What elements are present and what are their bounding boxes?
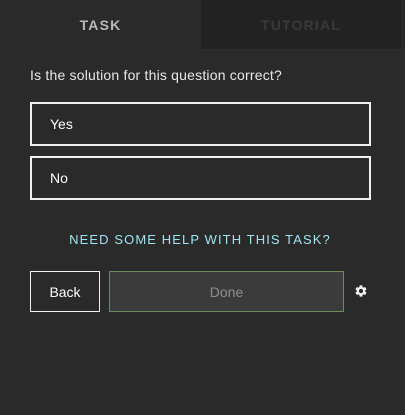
tab-task[interactable]: TASK (0, 0, 201, 49)
task-panel: TASK TUTORIAL Is the solution for this q… (0, 0, 405, 415)
tab-tutorial[interactable]: TUTORIAL (201, 0, 405, 49)
choice-no[interactable]: No (30, 156, 371, 200)
done-button[interactable]: Done (109, 271, 344, 312)
tab-bar: TASK TUTORIAL (0, 0, 405, 49)
question-text: Is the solution for this question correc… (30, 67, 282, 83)
gear-icon[interactable] (354, 284, 368, 298)
choice-yes-label: Yes (50, 116, 73, 132)
choice-no-label: No (50, 170, 68, 186)
back-button[interactable]: Back (30, 271, 100, 312)
choice-yes[interactable]: Yes (30, 102, 371, 146)
help-link[interactable]: NEED SOME HELP WITH THIS TASK? (0, 232, 400, 247)
